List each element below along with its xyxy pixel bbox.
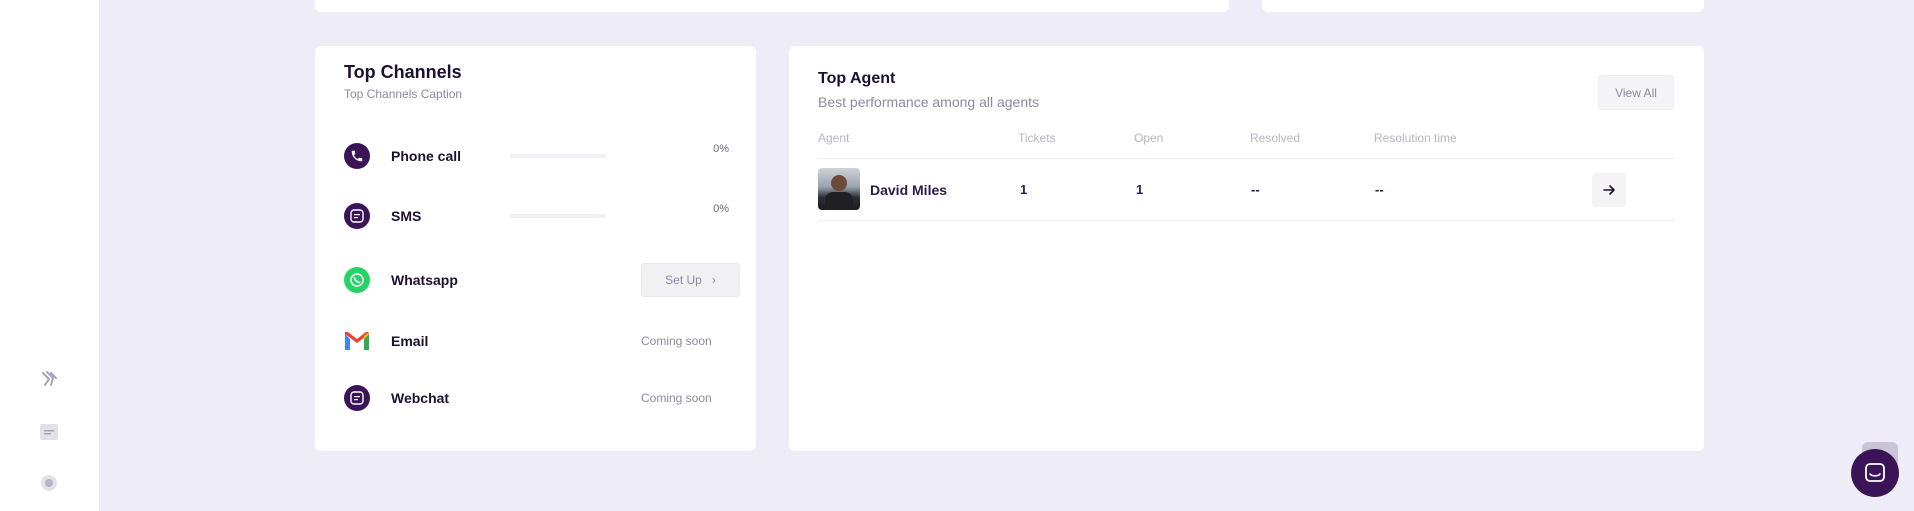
column-header-open: Open (1134, 131, 1164, 145)
settings-icon[interactable] (38, 472, 60, 494)
setup-button[interactable]: Set Up › (641, 263, 740, 297)
gmail-icon (344, 331, 370, 351)
whatsapp-icon (344, 267, 370, 293)
top-card-left (315, 0, 1229, 12)
channel-progress-bar (510, 214, 606, 218)
top-agent-title: Top Agent (818, 70, 896, 87)
chat-icon (344, 385, 370, 411)
chevron-right-icon: › (711, 273, 716, 287)
document-icon[interactable] (38, 421, 60, 443)
channel-percent: 0% (713, 203, 729, 215)
channel-name: Webchat (391, 390, 450, 406)
channel-name: SMS (391, 208, 422, 224)
channel-name: Whatsapp (391, 272, 458, 288)
agent-detail-button[interactable] (1592, 173, 1626, 207)
channel-name: Phone call (391, 148, 462, 164)
phone-icon (344, 143, 370, 169)
view-all-button[interactable]: View All (1598, 75, 1674, 110)
message-icon (344, 203, 370, 229)
chat-launcher-button[interactable] (1851, 449, 1899, 497)
channel-row-phone-call: Phone call 0% (344, 142, 729, 170)
setup-button-label: Set Up (665, 273, 702, 287)
tickets-value: 1 (1020, 182, 1028, 197)
channel-percent: 0% (713, 143, 729, 155)
top-agent-card: Top Agent Best performance among all age… (789, 46, 1704, 451)
plugin-icon[interactable] (38, 368, 60, 390)
channel-row-sms: SMS 0% (344, 202, 729, 230)
open-value: 1 (1136, 182, 1144, 197)
top-agent-subtitle: Best performance among all agents (818, 94, 1040, 110)
top-channels-card: Top Channels Top Channels Caption Phone … (315, 46, 756, 451)
column-header-tickets: Tickets (1018, 131, 1056, 145)
table-divider (818, 220, 1675, 221)
coming-soon-label: Coming soon (641, 391, 712, 405)
sidebar (0, 0, 100, 511)
top-channels-title: Top Channels (344, 62, 462, 82)
view-all-label: View All (1615, 85, 1657, 100)
resolution-time-value: -- (1375, 182, 1384, 197)
column-header-agent: Agent (818, 131, 850, 145)
coming-soon-label: Coming soon (641, 334, 712, 348)
top-card-right (1262, 0, 1704, 12)
chat-bubble-icon (1865, 463, 1885, 482)
channel-row-whatsapp: Whatsapp Set Up › (344, 263, 740, 297)
column-header-resolved: Resolved (1250, 131, 1301, 145)
arrow-right-icon (1603, 185, 1615, 195)
channel-name: Email (391, 333, 429, 349)
resolved-value: -- (1251, 182, 1260, 197)
column-header-resolution-time: Resolution time (1374, 131, 1457, 145)
top-channels-caption: Top Channels Caption (344, 87, 463, 101)
table-row: David Miles 1 1 -- -- (789, 159, 1704, 220)
channel-row-email: Email Coming soon (344, 327, 729, 355)
agent-name: David Miles (870, 182, 948, 198)
channel-row-webchat: Webchat Coming soon (344, 384, 729, 412)
channel-progress-bar (510, 154, 606, 158)
avatar (818, 168, 860, 210)
